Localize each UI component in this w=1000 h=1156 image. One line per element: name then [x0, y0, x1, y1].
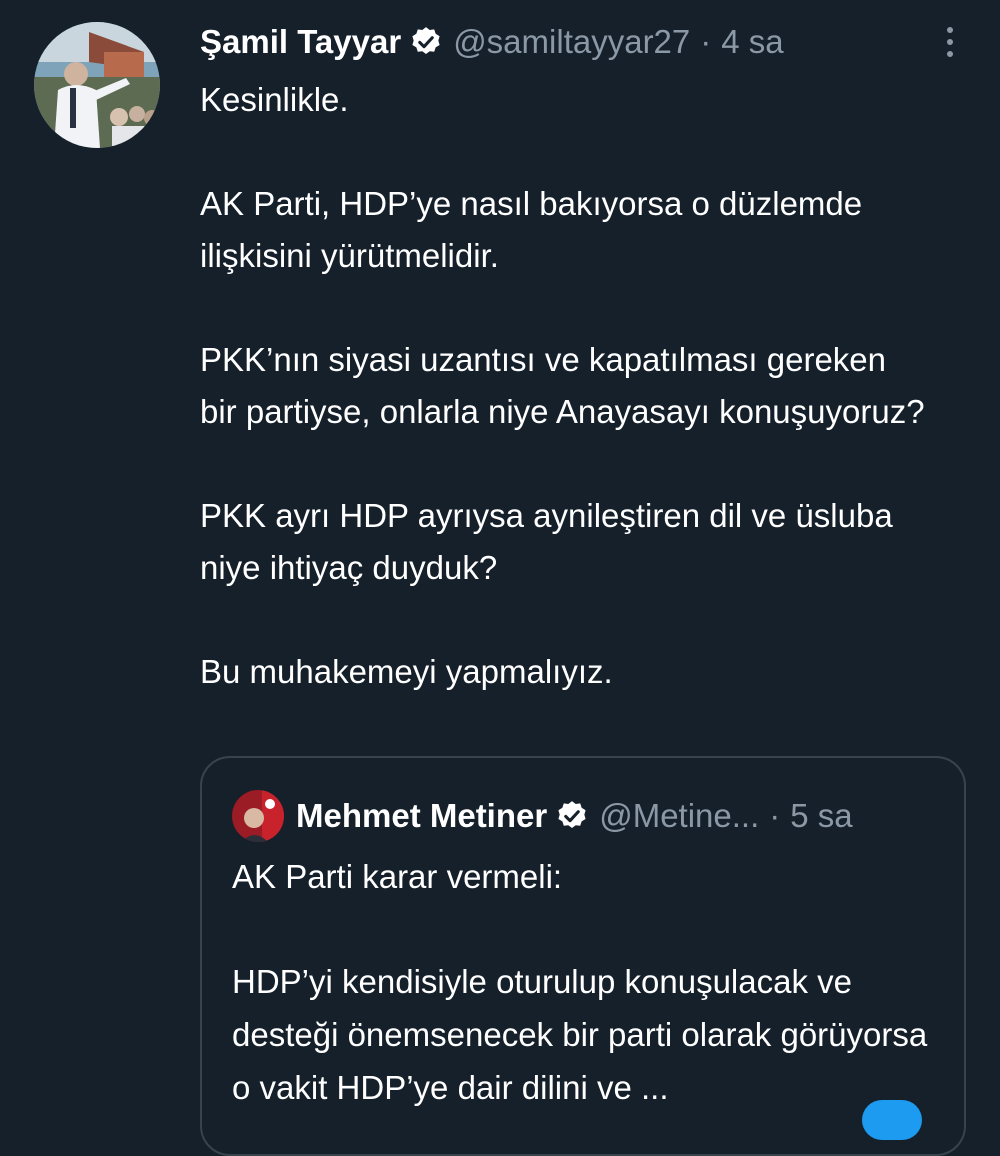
tweet-paragraph: AK Parti, HDP’ye nasıl bakıyorsa o düzle… — [200, 185, 863, 274]
quoted-tweet-paragraph: AK Parti karar vermeli: — [232, 858, 563, 895]
tweet-timestamp[interactable]: 4 sa — [721, 20, 783, 64]
more-dot — [947, 51, 953, 57]
tweet-header: Şamil Tayyar @samiltayyar27 · 4 sa — [200, 20, 784, 64]
quoted-tweet-header: Mehmet Metiner @Metine... · 5 sa — [232, 788, 853, 844]
more-dot — [947, 27, 953, 33]
tweet-paragraph: Kesinlikle. — [200, 81, 349, 118]
compose-tweet-button[interactable] — [862, 1100, 922, 1140]
quoted-tweet-card[interactable]: Mehmet Metiner @Metine... · 5 sa AK Part… — [200, 756, 966, 1156]
separator-dot: · — [769, 797, 781, 834]
quoted-author-display-name: Mehmet Metiner — [296, 797, 548, 834]
tweet-paragraph: Bu muhakemeyi yapmalıyız. — [200, 653, 613, 690]
quoted-tweet-timestamp: 5 sa — [790, 797, 853, 834]
tweet-text: Kesinlikle. AK Parti, HDP’ye nasıl bakıy… — [200, 74, 930, 698]
author-avatar[interactable] — [34, 22, 160, 148]
tweet-paragraph: PKK’nın siyasi uzantısı ve kapatılması g… — [200, 341, 925, 430]
author-handle[interactable]: @samiltayyar27 — [453, 20, 690, 64]
quoted-tweet-paragraph: HDP’yi kendisiyle oturulup konuşulacak v… — [232, 963, 928, 1106]
quoted-author-handle: @Metine... — [599, 797, 760, 834]
more-dot — [947, 39, 953, 45]
verified-badge-icon — [555, 799, 589, 833]
quoted-tweet-text: AK Parti karar vermeli: HDP’yi kendisiyl… — [232, 850, 932, 1114]
tweet-paragraph: PKK ayrı HDP ayrıysa aynileştiren dil ve… — [200, 497, 893, 586]
separator-dot: · — [700, 23, 712, 60]
verified-badge-icon — [409, 25, 443, 59]
author-display-name[interactable]: Şamil Tayyar — [200, 20, 401, 64]
quoted-author-avatar — [232, 790, 284, 842]
more-vertical-icon[interactable] — [936, 22, 964, 62]
